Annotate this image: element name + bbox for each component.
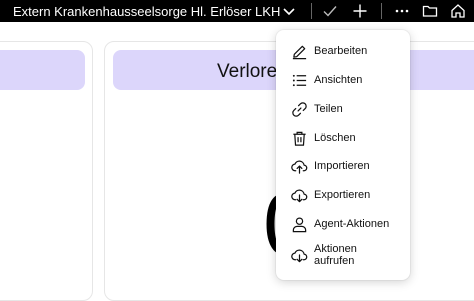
menu-item-label: Exportieren: [314, 189, 371, 201]
menu-item-label: Aktionen aufrufen: [314, 243, 357, 267]
link-icon: [290, 100, 308, 118]
toolbar-divider: [381, 3, 382, 19]
menu-item-agent-aktionen[interactable]: Agent-Aktionen: [276, 210, 410, 238]
folder-icon[interactable]: [421, 2, 439, 20]
menu-item-label: Agent-Aktionen: [314, 218, 390, 230]
menu-item-label: Teilen: [314, 103, 343, 115]
menu-item-label: Bearbeiten: [314, 45, 368, 57]
card-header: [0, 50, 85, 90]
menu-item-ansichten[interactable]: Ansichten: [276, 66, 410, 94]
more-icon[interactable]: [393, 2, 411, 20]
trash-icon: [290, 129, 308, 147]
home-icon[interactable]: [449, 2, 467, 20]
page-title: Extern Krankenhausseelsorge Hl. Erlöser …: [13, 3, 281, 19]
user-icon: [290, 215, 308, 233]
menu-item-teilen[interactable]: Teilen: [276, 95, 410, 123]
card-title: Verlore: [217, 61, 278, 82]
dashboard-card[interactable]: [0, 41, 93, 301]
menu-item-label: Ansichten: [314, 74, 363, 86]
menu-item-importieren[interactable]: Importieren: [276, 152, 410, 180]
top-bar: Extern Krankenhausseelsorge Hl. Erlöser …: [0, 0, 474, 22]
list-icon: [290, 71, 308, 89]
menu-item-bearbeiten[interactable]: Bearbeiten: [276, 37, 410, 65]
menu-item-label: Löschen: [314, 132, 356, 144]
check-icon[interactable]: [321, 2, 339, 20]
chevron-down-icon[interactable]: [280, 2, 298, 20]
toolbar-divider: [311, 3, 312, 19]
plus-icon[interactable]: [351, 2, 369, 20]
cloud-download-icon: [290, 186, 308, 204]
context-menu: Bearbeiten Ansichten Teilen Löschen Impo…: [276, 30, 410, 280]
menu-item-aktionen-aufrufen[interactable]: Aktionen aufrufen: [276, 241, 410, 269]
cloud-download-icon: [290, 246, 308, 264]
menu-item-label: Importieren: [314, 160, 370, 172]
menu-item-exportieren[interactable]: Exportieren: [276, 181, 410, 209]
menu-item-loeschen[interactable]: Löschen: [276, 124, 410, 152]
cloud-upload-icon: [290, 157, 308, 175]
edit-icon: [290, 42, 308, 60]
